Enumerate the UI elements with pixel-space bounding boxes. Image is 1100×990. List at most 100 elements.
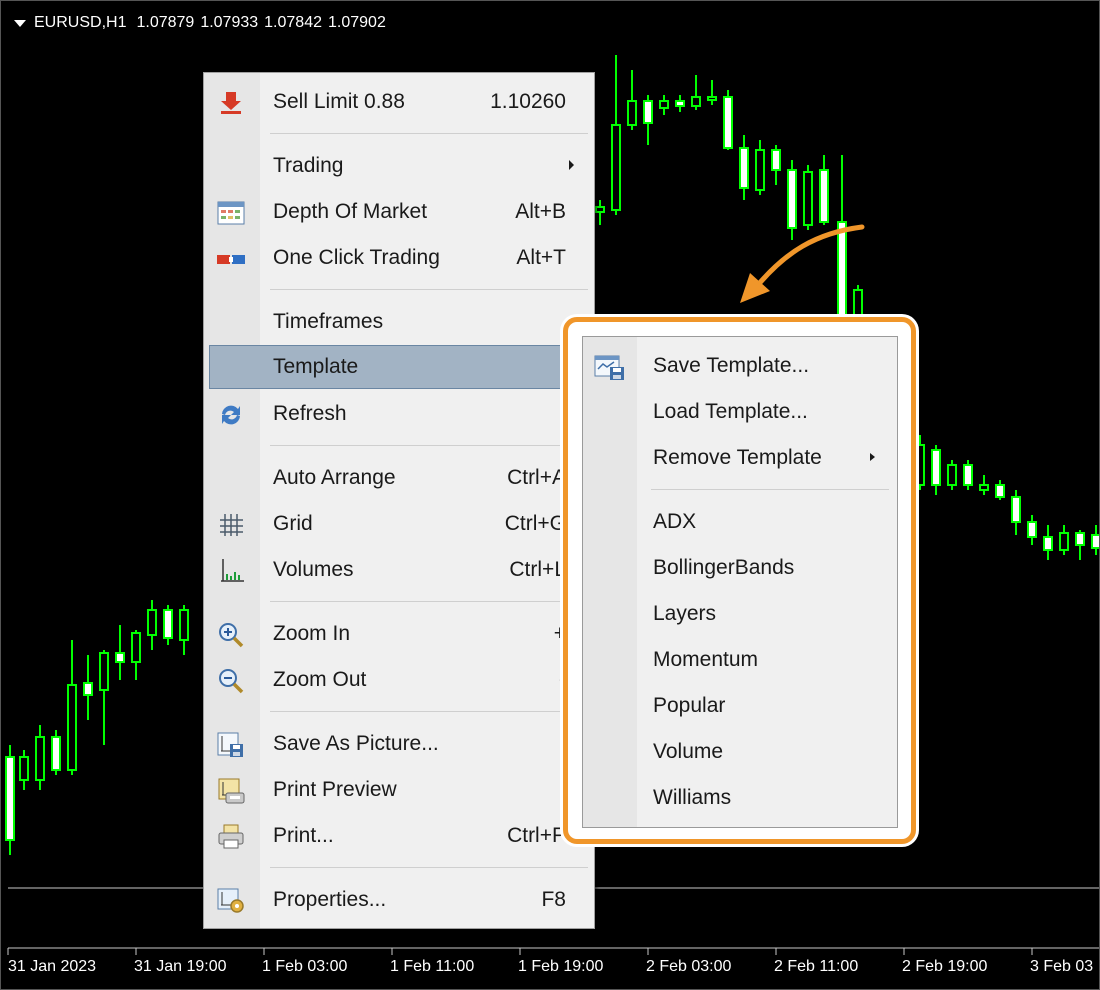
menu-item-zoom-in[interactable]: Zoom In + bbox=[204, 613, 594, 655]
candle-body bbox=[147, 609, 157, 636]
one-click-trading-icon bbox=[217, 255, 245, 264]
candle-body bbox=[643, 100, 653, 124]
template-name: Popular bbox=[653, 694, 726, 717]
menu-item-properties[interactable]: Properties... F8 bbox=[204, 879, 594, 921]
menu-item-sell-limit[interactable]: Sell Limit 0.88 1.10260 bbox=[204, 81, 594, 123]
candle-body bbox=[51, 736, 61, 771]
menu-item-label: Template bbox=[273, 355, 359, 378]
dropdown-triangle-icon[interactable] bbox=[14, 19, 26, 27]
save-template-icon bbox=[594, 355, 624, 380]
shortcut-label: Ctrl+P bbox=[507, 824, 566, 847]
candle-body bbox=[163, 609, 173, 639]
template-name: BollingerBands bbox=[653, 556, 795, 579]
time-label: 1 Feb 03:00 bbox=[262, 958, 348, 975]
candle-body bbox=[691, 96, 701, 107]
menu-item-save-as-picture[interactable]: Save As Picture... bbox=[204, 723, 594, 765]
menu-item-label: Zoom Out bbox=[273, 668, 367, 691]
sell-arrow-icon bbox=[221, 92, 241, 114]
refresh-icon bbox=[222, 405, 240, 425]
template-item[interactable]: Volume bbox=[583, 731, 897, 773]
menu-item-label: Zoom In bbox=[273, 622, 351, 645]
candle-body bbox=[947, 464, 957, 486]
shortcut-label: F8 bbox=[541, 888, 566, 911]
candle-body bbox=[179, 609, 189, 641]
candle-body bbox=[1043, 536, 1053, 551]
candle-body bbox=[1091, 534, 1100, 549]
menu-item-load-template[interactable]: Load Template... bbox=[583, 391, 897, 433]
menu-item-trading[interactable]: Trading bbox=[204, 145, 594, 187]
time-label: 2 Feb 03:00 bbox=[646, 958, 732, 975]
candle-body bbox=[115, 652, 125, 663]
menu-item-label: Trading bbox=[273, 154, 344, 177]
symbol-timeframe: EURUSD,H1 bbox=[34, 14, 127, 31]
menu-item-auto-arrange[interactable]: Auto Arrange Ctrl+A bbox=[204, 457, 594, 499]
zoom-in-icon bbox=[219, 623, 244, 648]
menu-item-grid[interactable]: Grid Ctrl+G bbox=[204, 503, 594, 545]
template-item[interactable]: ADX bbox=[583, 501, 897, 543]
menu-item-label: Sell Limit 0.88 bbox=[273, 90, 405, 113]
candle-body bbox=[755, 149, 765, 191]
shortcut-label: Alt+T bbox=[516, 246, 566, 269]
candle-body bbox=[611, 124, 621, 211]
menu-separator bbox=[270, 867, 588, 868]
menu-item-label: Save As Picture... bbox=[273, 732, 439, 755]
template-item[interactable]: Popular bbox=[583, 685, 897, 727]
menu-item-template[interactable]: Template bbox=[209, 345, 571, 389]
candle-body bbox=[5, 756, 15, 841]
time-label: 1 Feb 11:00 bbox=[390, 958, 475, 975]
candle-body bbox=[1011, 496, 1021, 523]
menu-item-timeframes[interactable]: Timeframes bbox=[204, 301, 594, 343]
template-item[interactable]: BollingerBands bbox=[583, 547, 897, 589]
candle-body bbox=[595, 206, 605, 213]
candle-body bbox=[675, 100, 685, 107]
candle-body bbox=[67, 684, 77, 771]
time-label: 2 Feb 11:00 bbox=[774, 958, 859, 975]
low-price: 1.07842 bbox=[264, 14, 322, 31]
template-item[interactable]: Momentum bbox=[583, 639, 897, 681]
candle-body bbox=[707, 96, 717, 101]
menu-item-refresh[interactable]: Refresh bbox=[204, 393, 594, 435]
template-item[interactable]: Williams bbox=[583, 777, 897, 819]
template-name: ADX bbox=[653, 510, 697, 533]
menu-item-volumes[interactable]: Volumes Ctrl+L bbox=[204, 549, 594, 591]
menu-item-one-click-trading[interactable]: One Click Trading Alt+T bbox=[204, 237, 594, 279]
candle-body bbox=[1059, 532, 1069, 551]
menu-item-zoom-out[interactable]: Zoom Out - bbox=[204, 659, 594, 701]
menu-item-save-template[interactable]: Save Template... bbox=[583, 345, 897, 387]
candle-body bbox=[35, 736, 45, 781]
zoom-out-icon bbox=[219, 669, 244, 694]
menu-item-print[interactable]: Print... Ctrl+P bbox=[204, 815, 594, 857]
menu-item-label: One Click Trading bbox=[273, 246, 440, 269]
print-preview-icon bbox=[218, 778, 245, 804]
menu-item-label: Print Preview bbox=[273, 778, 397, 801]
time-label: 1 Feb 19:00 bbox=[518, 958, 604, 975]
candle-body bbox=[979, 484, 989, 491]
open-price: 1.07879 bbox=[136, 14, 195, 31]
menu-item-label: Volumes bbox=[273, 558, 354, 581]
menu-separator bbox=[270, 445, 588, 446]
menu-item-print-preview[interactable]: Print Preview bbox=[204, 769, 594, 811]
template-name: Williams bbox=[653, 786, 732, 809]
menu-item-depth-of-market[interactable]: Depth Of Market Alt+B bbox=[204, 191, 594, 233]
menu-item-remove-template[interactable]: Remove Template bbox=[583, 437, 897, 479]
grid-icon bbox=[220, 514, 243, 536]
properties-icon bbox=[217, 888, 244, 913]
template-name: Volume bbox=[653, 740, 724, 763]
candle-body bbox=[131, 632, 141, 663]
candle-body bbox=[931, 449, 941, 486]
depth-of-market-icon bbox=[217, 201, 245, 225]
shortcut-label: Alt+B bbox=[515, 200, 566, 223]
menu-separator bbox=[270, 289, 588, 290]
menu-item-label: Depth Of Market bbox=[273, 200, 428, 223]
submenu-arrow-icon bbox=[569, 160, 574, 170]
chart-window: EURUSD,H1 1.07879 1.07933 1.07842 1.0790… bbox=[0, 0, 1100, 990]
time-axis: 31 Jan 2023 31 Jan 19:00 1 Feb 03:00 1 F… bbox=[0, 950, 1100, 990]
order-price: 1.10260 bbox=[490, 90, 566, 113]
candle-body bbox=[915, 444, 925, 486]
menu-item-label: Load Template... bbox=[653, 400, 808, 423]
template-item[interactable]: Layers bbox=[583, 593, 897, 635]
candle-body bbox=[627, 100, 637, 126]
submenu-arrow-icon bbox=[870, 453, 875, 461]
candle-body bbox=[659, 100, 669, 109]
candle-body bbox=[771, 149, 781, 171]
